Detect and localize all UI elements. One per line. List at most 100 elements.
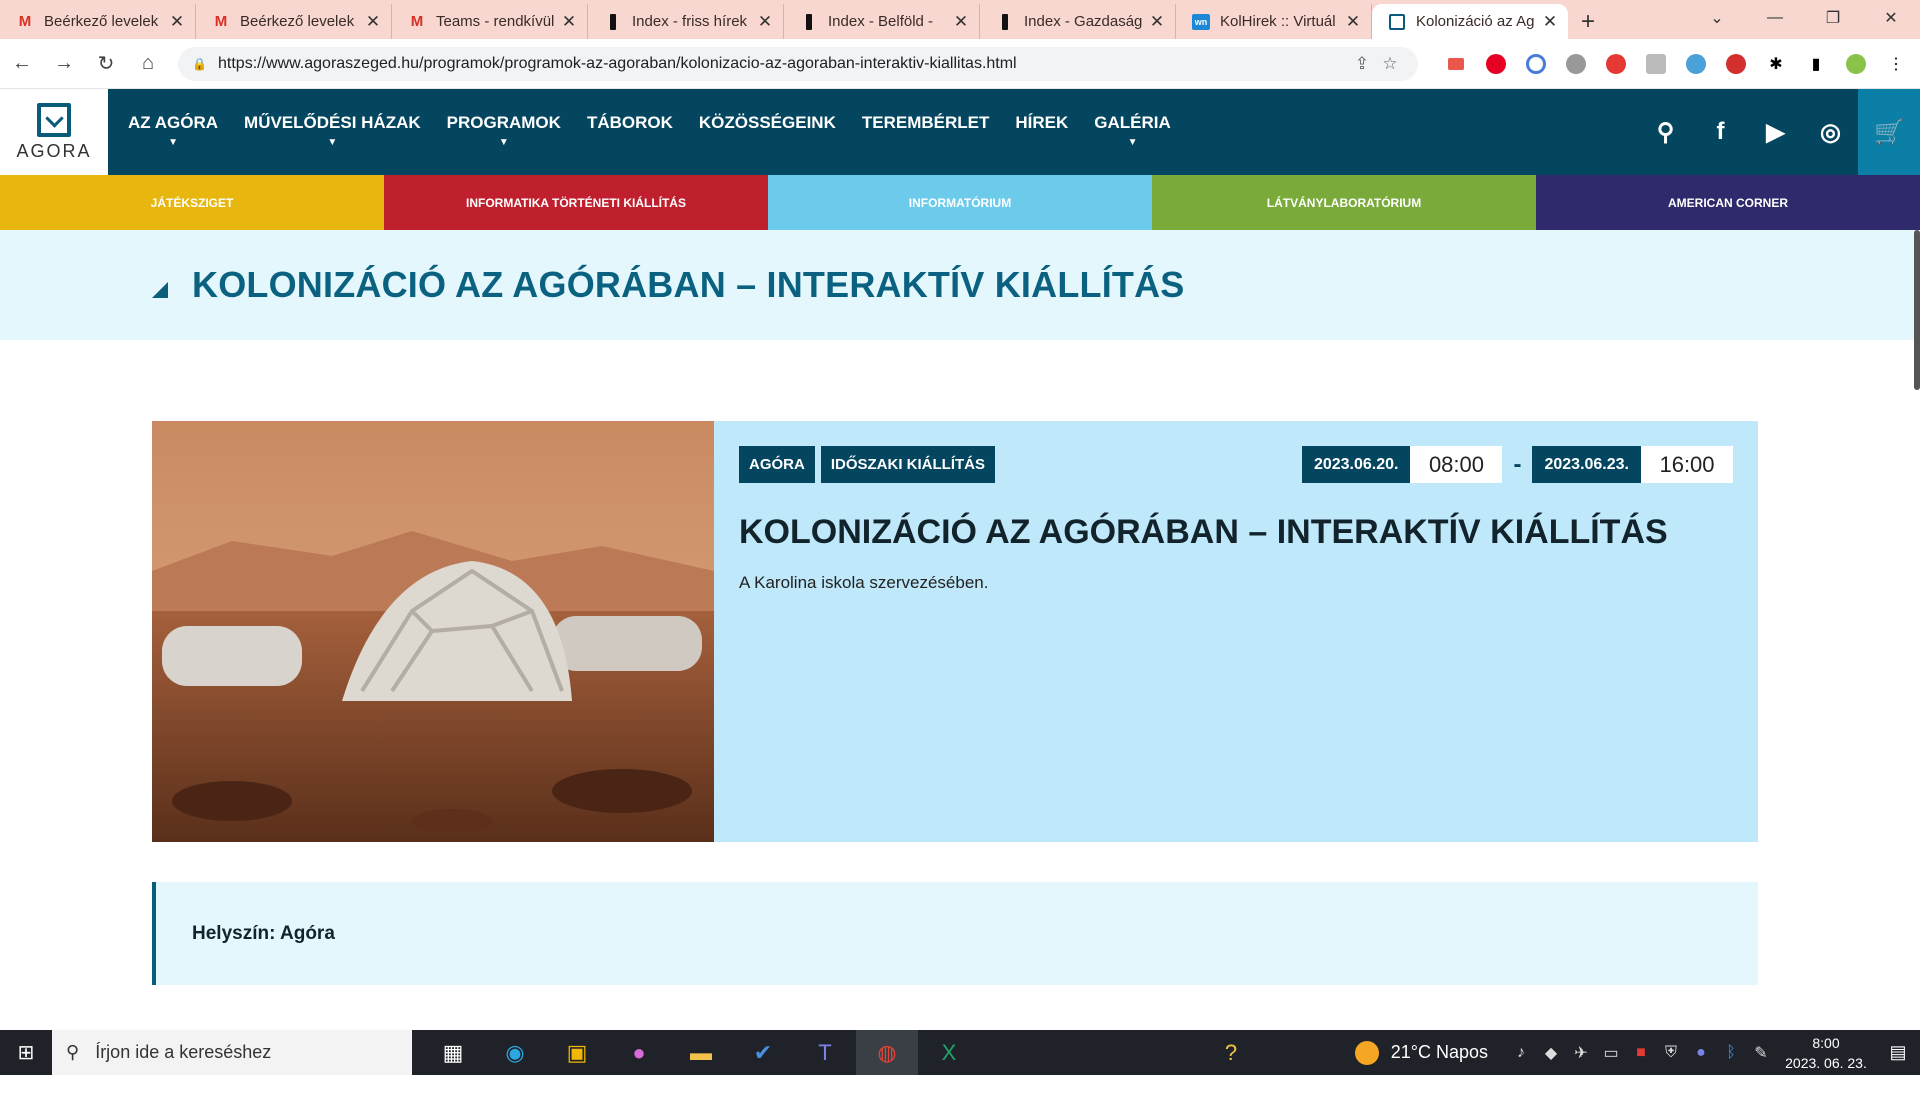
share-icon[interactable]: ⇪ xyxy=(1348,54,1376,74)
tab-2[interactable]: M Teams - rendkívül ✕ xyxy=(392,4,588,39)
section-link-0[interactable]: JÁTÉKSZIGET xyxy=(0,175,384,230)
gray-extension-icon[interactable] xyxy=(1556,48,1596,80)
puzzle-extensions-icon[interactable]: ✱ xyxy=(1756,48,1796,80)
tab-0[interactable]: M Beérkező levelek ✕ xyxy=(0,4,196,39)
address-bar[interactable]: 🔒 https://www.agoraszeged.hu/programok/p… xyxy=(178,46,1418,81)
browser-tab-strip: M Beérkező levelek ✕ M Beérkező levelek ✕ M Tea… xyxy=(0,0,1920,39)
tab-close-icon[interactable]: ✕ xyxy=(363,12,383,32)
globe-extension-icon[interactable] xyxy=(1676,48,1716,80)
section-link-2[interactable]: INFORMATÓRIUM xyxy=(768,175,1152,230)
clock-time: 8:00 xyxy=(1812,1034,1840,1051)
event-tag[interactable]: IDŐSZAKI KIÁLLÍTÁS xyxy=(820,446,996,483)
minimize-button[interactable]: — xyxy=(1746,0,1804,36)
defender-icon[interactable]: ⛨ xyxy=(1656,1044,1686,1062)
file-explorer-icon[interactable]: ▬ xyxy=(670,1030,732,1075)
menu-item-1[interactable]: MŰVELŐDÉSI HÁZAK ▼ xyxy=(244,89,421,175)
close-window-button[interactable]: ✕ xyxy=(1862,0,1920,36)
facebook-icon[interactable]: f xyxy=(1693,89,1748,175)
section-link-3[interactable]: LÁTVÁNYLABORATÓRIUM xyxy=(1152,175,1536,230)
forward-button[interactable]: → xyxy=(44,44,84,84)
todo-icon[interactable]: ✔ xyxy=(732,1030,794,1075)
tab-3[interactable]: Index - friss hírek ✕ xyxy=(588,4,784,39)
tab-search-icon[interactable]: ⌄ xyxy=(1688,0,1746,36)
windows-start-icon[interactable]: ⊞ xyxy=(0,1030,52,1075)
tab-close-icon[interactable]: ✕ xyxy=(1147,12,1167,32)
bookmark-star-icon[interactable]: ☆ xyxy=(1376,54,1404,74)
menu-item-5[interactable]: TEREMBÉRLET▼ xyxy=(862,89,990,175)
menu-item-2[interactable]: PROGRAMOK ▼ xyxy=(447,89,561,175)
sun-icon xyxy=(1354,1040,1379,1065)
circle-extension-icon[interactable] xyxy=(1516,48,1556,80)
pen-icon[interactable]: ✎ xyxy=(1746,1043,1776,1063)
teams-tray-icon[interactable]: ● xyxy=(1686,1044,1716,1062)
store-icon[interactable]: ▣ xyxy=(546,1030,608,1075)
restore-button[interactable]: ❐ xyxy=(1804,0,1862,36)
airplane-icon[interactable]: ✈ xyxy=(1566,1043,1596,1063)
menu-item-6[interactable]: HÍREK▼ xyxy=(1015,89,1068,175)
agora-logo[interactable]: AGORA xyxy=(0,89,108,175)
section-link-4[interactable]: AMERICAN CORNER xyxy=(1536,175,1920,230)
adblock-extension-icon[interactable] xyxy=(1596,48,1636,80)
tab-close-icon[interactable]: ✕ xyxy=(1540,12,1560,32)
youtube-icon[interactable]: ▶ xyxy=(1748,89,1803,175)
search-icon[interactable]: ⚲ xyxy=(1638,89,1693,175)
teams-icon[interactable]: T xyxy=(794,1030,856,1075)
tab-close-icon[interactable]: ✕ xyxy=(951,12,971,32)
new-tab-button[interactable]: + xyxy=(1568,4,1608,39)
excel-icon[interactable]: X xyxy=(918,1030,980,1075)
notification-icon[interactable]: ▤ xyxy=(1876,1042,1920,1063)
menu-item-7[interactable]: GALÉRIA ▼ xyxy=(1094,89,1171,175)
instagram-icon[interactable]: ◎ xyxy=(1803,89,1858,175)
tab-close-icon[interactable]: ✕ xyxy=(559,12,579,32)
red-extension-icon[interactable] xyxy=(1716,48,1756,80)
index-icon xyxy=(800,13,818,31)
window-controls: ⌄ — ❐ ✕ xyxy=(1688,0,1920,36)
event-tag[interactable]: AGÓRA xyxy=(739,446,815,483)
pdf-extension-icon[interactable] xyxy=(1436,48,1476,80)
back-button[interactable]: ← xyxy=(2,44,42,84)
chrome-menu-icon[interactable]: ⋮ xyxy=(1876,48,1916,80)
index-icon xyxy=(604,13,622,31)
task-view-icon[interactable]: ▦ xyxy=(422,1030,484,1075)
home-button[interactable]: ⌂ xyxy=(128,44,168,84)
tab-6[interactable]: wn KolHirek :: Virtuál ✕ xyxy=(1176,4,1372,39)
agora-logo-text: AGORA xyxy=(16,140,92,161)
battery-icon[interactable]: ▭ xyxy=(1596,1043,1626,1063)
tab-close-icon[interactable]: ✕ xyxy=(1343,12,1363,32)
lock-icon[interactable]: 🔒 xyxy=(192,57,207,71)
menu-item-0[interactable]: AZ AGÓRA ▼ xyxy=(128,89,218,175)
weather-widget[interactable]: 21°C Napos xyxy=(1354,1040,1488,1065)
help-icon[interactable]: ? xyxy=(1200,1030,1262,1075)
chrome-icon[interactable]: ◍ xyxy=(856,1030,918,1075)
kolhirek-icon: wn xyxy=(1192,13,1210,31)
tab-title: KolHirek :: Virtuál xyxy=(1220,13,1336,30)
profile-avatar[interactable] xyxy=(1836,48,1876,80)
tab-7[interactable]: Kolonizáció az Ag ✕ xyxy=(1372,4,1568,39)
menu-item-4[interactable]: KÖZÖSSÉGEINK▼ xyxy=(699,89,836,175)
gray-square-extension-icon[interactable] xyxy=(1636,48,1676,80)
sidebar-toggle-icon[interactable]: ▮ xyxy=(1796,48,1836,80)
tab-4[interactable]: Index - Belföld - ✕ xyxy=(784,4,980,39)
url-text[interactable]: https://www.agoraszeged.hu/programok/pro… xyxy=(218,55,1348,73)
paint-icon[interactable]: ● xyxy=(608,1030,670,1075)
tab-close-icon[interactable]: ✕ xyxy=(755,12,775,32)
tab-close-icon[interactable]: ✕ xyxy=(167,12,187,32)
tab-1[interactable]: M Beérkező levelek ✕ xyxy=(196,4,392,39)
red-tray-icon[interactable]: ■ xyxy=(1626,1044,1656,1062)
tab-5[interactable]: Index - Gazdaság ✕ xyxy=(980,4,1176,39)
page-scrollbar[interactable] xyxy=(1914,230,1920,390)
pinterest-extension-icon[interactable] xyxy=(1476,48,1516,80)
event-image xyxy=(152,421,714,842)
menu-item-3[interactable]: TÁBOROK▼ xyxy=(587,89,673,175)
shield-icon[interactable]: ◆ xyxy=(1536,1043,1566,1063)
extensions-area: ✱ ▮ ⋮ xyxy=(1436,48,1916,80)
bluetooth-icon[interactable]: ᛒ xyxy=(1716,1044,1746,1062)
taskbar-clock[interactable]: 8:00 2023. 06. 23. xyxy=(1776,1033,1876,1073)
volume-icon[interactable]: ♪ xyxy=(1506,1044,1536,1062)
reload-button[interactable]: ↻ xyxy=(86,44,126,84)
cart-icon[interactable]: 🛒 xyxy=(1858,89,1920,175)
section-link-1[interactable]: INFORMATIKA TÖRTÉNETI KIÁLLÍTÁS xyxy=(384,175,768,230)
taskbar-search[interactable]: ⚲ Írjon ide a kereséshez xyxy=(52,1030,412,1075)
gmail-icon: M xyxy=(214,13,228,30)
edge-icon[interactable]: ◉ xyxy=(484,1030,546,1075)
